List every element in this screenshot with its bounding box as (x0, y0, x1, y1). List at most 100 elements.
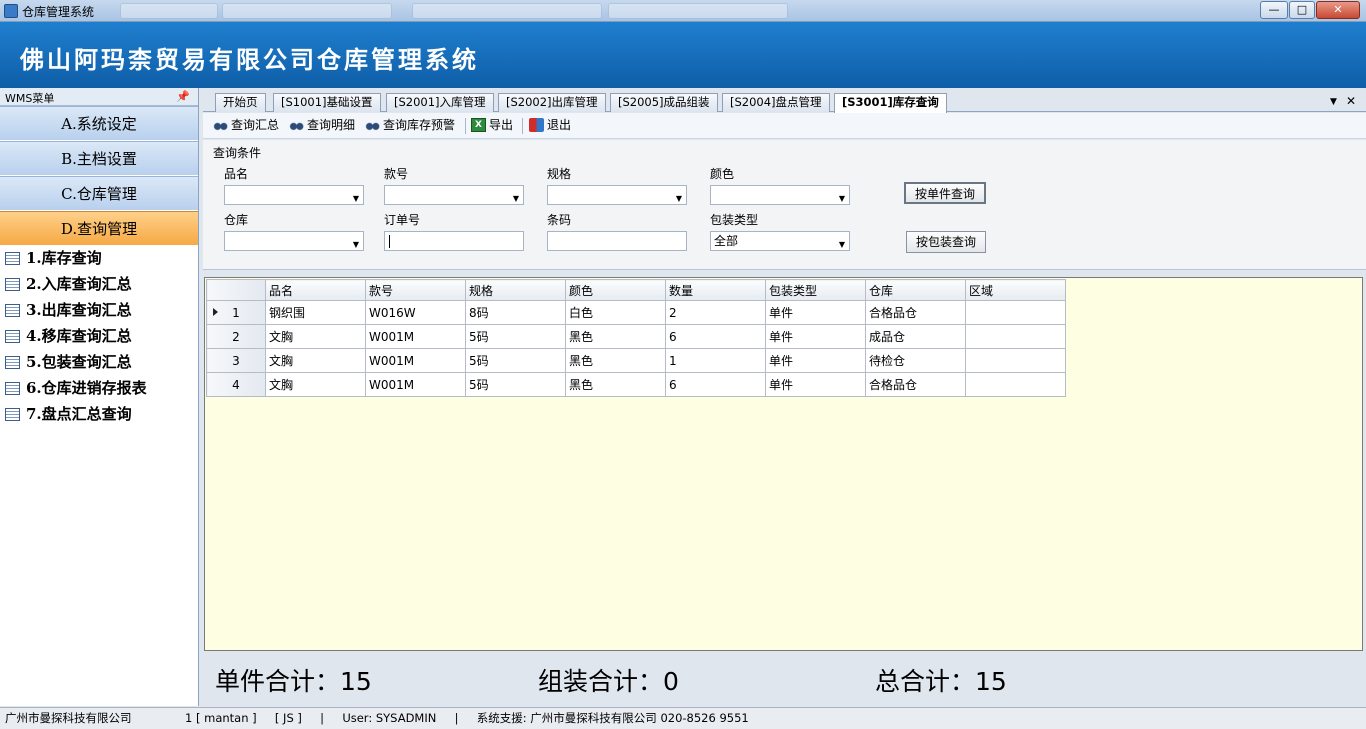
table-cell[interactable]: 合格品仓 (865, 372, 966, 397)
table-cell[interactable]: 文胸 (265, 348, 366, 373)
nav-group-system-settings[interactable]: A.系统设定 (0, 106, 198, 141)
table-cell[interactable]: 单件 (765, 324, 866, 349)
pin-icon[interactable]: 📌 (176, 90, 190, 103)
table-cell[interactable]: 黑色 (565, 348, 666, 373)
table-cell[interactable] (965, 324, 1066, 349)
table-cell[interactable]: 黑色 (565, 372, 666, 397)
barcode-input[interactable] (547, 231, 687, 251)
export-button[interactable]: X 导出 (471, 117, 513, 135)
column-header[interactable]: 品名 (265, 279, 366, 301)
toolbar-separator (465, 118, 466, 134)
nav-item-transfer-summary[interactable]: 4.移库查询汇总 (0, 324, 198, 350)
order-no-input[interactable] (384, 231, 524, 251)
name-select[interactable]: ▼ (224, 185, 364, 205)
tab-stock-query[interactable]: [S3001]库存查询 (834, 93, 947, 113)
table-cell[interactable]: 5码 (465, 348, 566, 373)
minimize-button[interactable]: — (1260, 1, 1288, 19)
query-stock-alert-button[interactable]: 查询库存预警 (365, 117, 455, 135)
taskbar-ghost-tab (608, 3, 788, 19)
table-cell[interactable]: 合格品仓 (865, 300, 966, 325)
column-header[interactable]: 仓库 (865, 279, 966, 301)
style-select[interactable]: ▼ (384, 185, 524, 205)
nav-panel-header: WMS菜单 📌 (0, 88, 198, 106)
tab-outbound[interactable]: [S2002]出库管理 (498, 93, 606, 112)
table-cell[interactable]: 单件 (765, 348, 866, 373)
table-cell[interactable]: W001M (365, 372, 466, 397)
query-summary-button[interactable]: 查询汇总 (213, 117, 279, 135)
nav-item-stocktake-summary[interactable]: 7.盘点汇总查询 (0, 402, 198, 428)
table-cell[interactable]: 单件 (765, 300, 866, 325)
table-cell[interactable]: 1 (665, 348, 766, 373)
query-detail-button[interactable]: 查询明细 (289, 117, 355, 135)
query-conditions-caption: 查询条件 (213, 146, 262, 160)
tab-basic-settings[interactable]: [S1001]基础设置 (273, 93, 381, 112)
row-number[interactable]: 3 (206, 348, 266, 373)
name-label: 品名 (224, 167, 249, 181)
table-cell[interactable] (965, 372, 1066, 397)
table-cell[interactable]: 文胸 (265, 324, 366, 349)
list-document-icon (5, 278, 20, 291)
color-label: 颜色 (710, 167, 735, 181)
exit-button[interactable]: 退出 (529, 117, 571, 135)
tab-close-icon[interactable]: ✕ (1346, 94, 1356, 108)
nav-item-label: 2.入库查询汇总 (26, 275, 132, 293)
row-number[interactable]: 1 (206, 300, 266, 325)
column-header[interactable]: 数量 (665, 279, 766, 301)
table-cell[interactable]: 8码 (465, 300, 566, 325)
column-header[interactable]: 款号 (365, 279, 466, 301)
nav-group-master-data[interactable]: B.主档设置 (0, 141, 198, 176)
table-cell[interactable]: 待检仓 (865, 348, 966, 373)
tab-inbound[interactable]: [S2001]入库管理 (386, 93, 494, 112)
table-cell[interactable]: 2 (665, 300, 766, 325)
query-by-pack-button[interactable]: 按包装查询 (906, 231, 986, 253)
table-row[interactable]: 3 文胸 W001M 5码 黑色 1 单件 待检仓 (206, 348, 1066, 373)
pack-type-label: 包装类型 (710, 213, 759, 227)
query-by-single-button[interactable]: 按单件查询 (904, 182, 986, 204)
row-number[interactable]: 2 (206, 324, 266, 349)
nav-panel-title: WMS菜单 (5, 92, 55, 105)
table-cell[interactable]: 白色 (565, 300, 666, 325)
table-cell[interactable]: 5码 (465, 324, 566, 349)
tab-stocktake[interactable]: [S2004]盘点管理 (722, 93, 830, 112)
table-cell[interactable]: 单件 (765, 372, 866, 397)
nav-item-outbound-summary[interactable]: 3.出库查询汇总 (0, 298, 198, 324)
table-cell[interactable]: W001M (365, 324, 466, 349)
nav-item-stock-query[interactable]: 1.库存查询 (0, 246, 198, 272)
column-header[interactable]: 包装类型 (765, 279, 866, 301)
row-number[interactable]: 4 (206, 372, 266, 397)
nav-group-warehouse[interactable]: C.仓库管理 (0, 176, 198, 211)
table-row[interactable]: 4 文胸 W001M 5码 黑色 6 单件 合格品仓 (206, 372, 1066, 397)
nav-item-pack-summary[interactable]: 5.包装查询汇总 (0, 350, 198, 376)
close-button[interactable]: ✕ (1316, 1, 1360, 19)
table-cell[interactable] (965, 348, 1066, 373)
table-cell[interactable]: W016W (365, 300, 466, 325)
color-select[interactable]: ▼ (710, 185, 850, 205)
table-row[interactable]: 1 钢织围 W016W 8码 白色 2 单件 合格品仓 (206, 300, 1066, 325)
spec-select[interactable]: ▼ (547, 185, 687, 205)
table-cell[interactable]: 钢织围 (265, 300, 366, 325)
table-cell[interactable]: 6 (665, 324, 766, 349)
table-cell[interactable] (965, 300, 1066, 325)
tab-list-dropdown-icon[interactable]: ▼ (1330, 97, 1337, 107)
column-header[interactable]: 颜色 (565, 279, 666, 301)
single-total-value: 15 (340, 667, 372, 696)
nav-group-query[interactable]: D.查询管理 (0, 211, 198, 246)
maximize-button[interactable]: □ (1289, 1, 1315, 19)
table-cell[interactable]: 黑色 (565, 324, 666, 349)
tab-start-page[interactable]: 开始页 (215, 93, 266, 112)
table-cell[interactable]: W001M (365, 348, 466, 373)
nav-item-label: 7.盘点汇总查询 (26, 405, 132, 423)
table-row[interactable]: 2 文胸 W001M 5码 黑色 6 单件 成品仓 (206, 324, 1066, 349)
table-cell[interactable]: 文胸 (265, 372, 366, 397)
warehouse-select[interactable]: ▼ (224, 231, 364, 251)
table-cell[interactable]: 5码 (465, 372, 566, 397)
table-cell[interactable]: 成品仓 (865, 324, 966, 349)
column-header[interactable]: 规格 (465, 279, 566, 301)
pack-type-select[interactable]: 全部 ▼ (710, 231, 850, 251)
tab-assembly[interactable]: [S2005]成品组装 (610, 93, 718, 112)
nav-item-inbound-summary[interactable]: 2.入库查询汇总 (0, 272, 198, 298)
query-stock-alert-label: 查询库存预警 (383, 118, 456, 132)
table-cell[interactable]: 6 (665, 372, 766, 397)
column-header[interactable]: 区域 (965, 279, 1066, 301)
nav-item-inventory-report[interactable]: 6.仓库进销存报表 (0, 376, 198, 402)
